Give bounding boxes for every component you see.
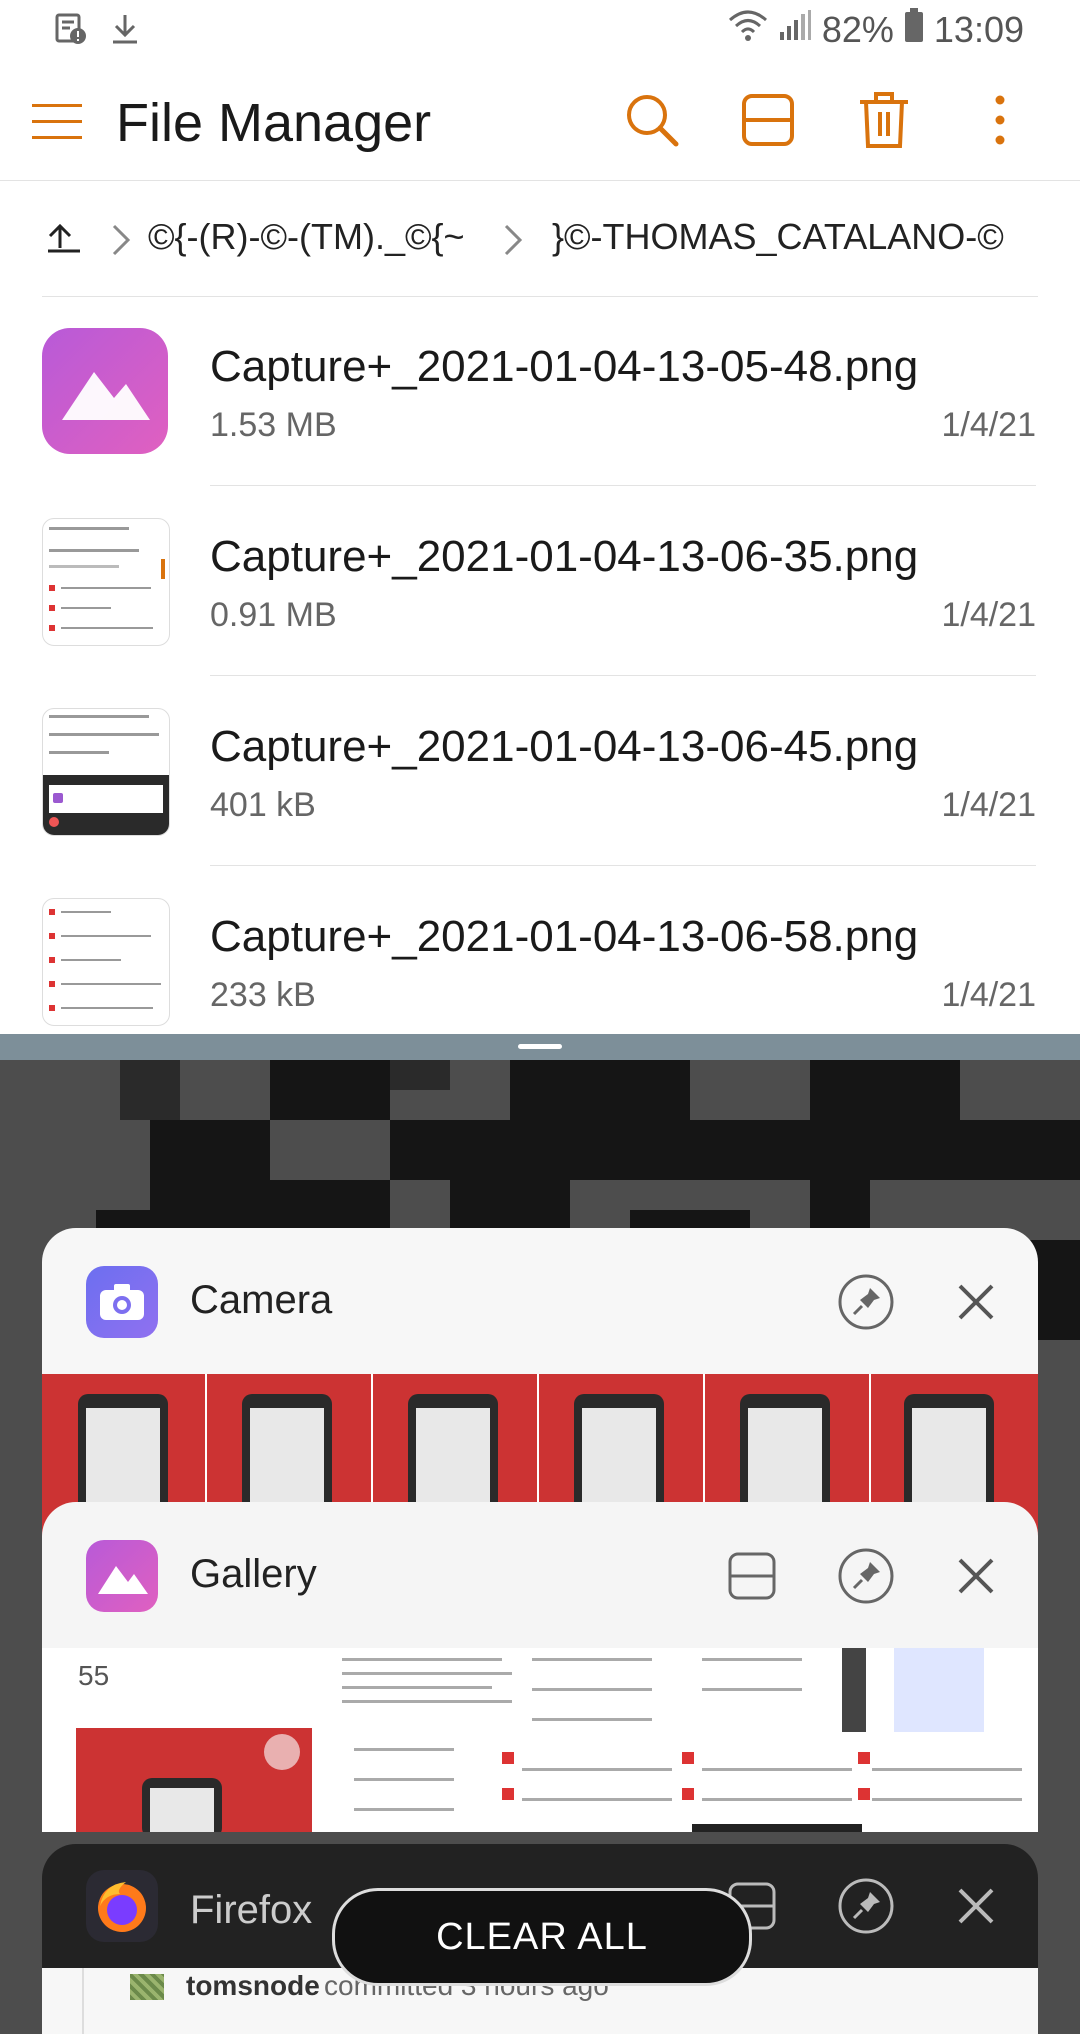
file-size: 1.53 MB (210, 406, 337, 444)
download-icon (108, 12, 142, 51)
file-name: Capture+_2021-01-04-13-05-48.png (210, 342, 919, 391)
file-name: Capture+_2021-01-04-13-06-58.png (210, 912, 919, 961)
wifi-icon (728, 9, 768, 51)
list-item[interactable]: Capture+_2021-01-04-13-06-35.png 0.91 MB… (0, 486, 1080, 676)
breadcrumb-segment[interactable]: ©{-(R)-©-(TM)._©{~ (148, 216, 465, 258)
screenshot-thumbnail (42, 708, 170, 836)
split-view-icon[interactable] (722, 1546, 782, 1606)
view-layout-icon[interactable] (736, 88, 800, 152)
card-header: Gallery (42, 1502, 1038, 1648)
battery-percent: 82% (821, 8, 894, 50)
gallery-app-thumbnail (42, 328, 168, 454)
app-label: Camera (190, 1278, 333, 1322)
recent-app-gallery[interactable]: Gallery 55 (42, 1502, 1038, 1832)
list-item[interactable]: Capture+_2021-01-04-13-05-48.png 1.53 MB… (0, 296, 1080, 486)
file-date: 1/4/21 (941, 976, 1036, 1014)
split-handle[interactable] (518, 1044, 562, 1049)
list-item[interactable]: Capture+_2021-01-04-13-06-58.png 233 kB … (0, 866, 1080, 1034)
file-name: Capture+_2021-01-04-13-06-35.png (210, 532, 919, 581)
signal-icon (778, 9, 812, 51)
sim-alert-icon (54, 12, 88, 51)
up-arrow-icon[interactable] (46, 220, 82, 261)
card-header: Camera (42, 1228, 1038, 1374)
file-size: 233 kB (210, 976, 316, 1014)
file-date: 1/4/21 (941, 406, 1036, 444)
file-size: 401 kB (210, 786, 316, 824)
file-name: Capture+_2021-01-04-13-06-45.png (210, 722, 919, 771)
chevron-right-icon (110, 222, 132, 263)
pin-icon[interactable] (836, 1876, 896, 1936)
search-icon[interactable] (620, 88, 684, 152)
screenshot-thumbnail (42, 898, 170, 1026)
menu-icon[interactable] (32, 102, 84, 142)
clear-all-button[interactable]: CLEAR ALL (332, 1888, 752, 1986)
status-bar: 82% 13:09 (0, 0, 1080, 64)
close-icon[interactable] (946, 1272, 1006, 1332)
commit-user: tomsnode (186, 1970, 320, 2001)
list-item[interactable]: Capture+_2021-01-04-13-06-45.png 401 kB … (0, 676, 1080, 866)
app-label: Firefox (190, 1888, 313, 1932)
app-label: Gallery (190, 1552, 317, 1596)
split-screen-divider[interactable] (0, 1034, 1080, 1060)
clock: 13:09 (933, 8, 1024, 50)
page-title: File Manager (116, 93, 432, 153)
breadcrumb: ©{-(R)-©-(TM)._©{~ }©-THOMAS_CATALANO-© (0, 180, 1080, 296)
gallery-app-icon (86, 1540, 158, 1612)
delete-icon[interactable] (852, 88, 916, 152)
pin-icon[interactable] (836, 1546, 896, 1606)
screenshot-thumbnail (42, 518, 170, 646)
pin-icon[interactable] (836, 1272, 896, 1332)
gallery-preview: 55 (42, 1648, 1038, 1832)
app-bar: File Manager (0, 64, 1080, 181)
camera-app-icon (86, 1266, 158, 1338)
chevron-right-icon (502, 222, 524, 263)
file-size: 0.91 MB (210, 596, 337, 634)
firefox-app-icon (86, 1870, 158, 1942)
avatar (130, 1974, 164, 2000)
battery-icon (904, 8, 924, 51)
file-date: 1/4/21 (941, 786, 1036, 824)
close-icon[interactable] (946, 1546, 1006, 1606)
breadcrumb-segment[interactable]: }©-THOMAS_CATALANO-© (552, 216, 1004, 258)
close-icon[interactable] (946, 1876, 1006, 1936)
recent-app-camera[interactable]: Camera (42, 1228, 1038, 1548)
file-date: 1/4/21 (941, 596, 1036, 634)
more-icon[interactable] (968, 88, 1032, 152)
